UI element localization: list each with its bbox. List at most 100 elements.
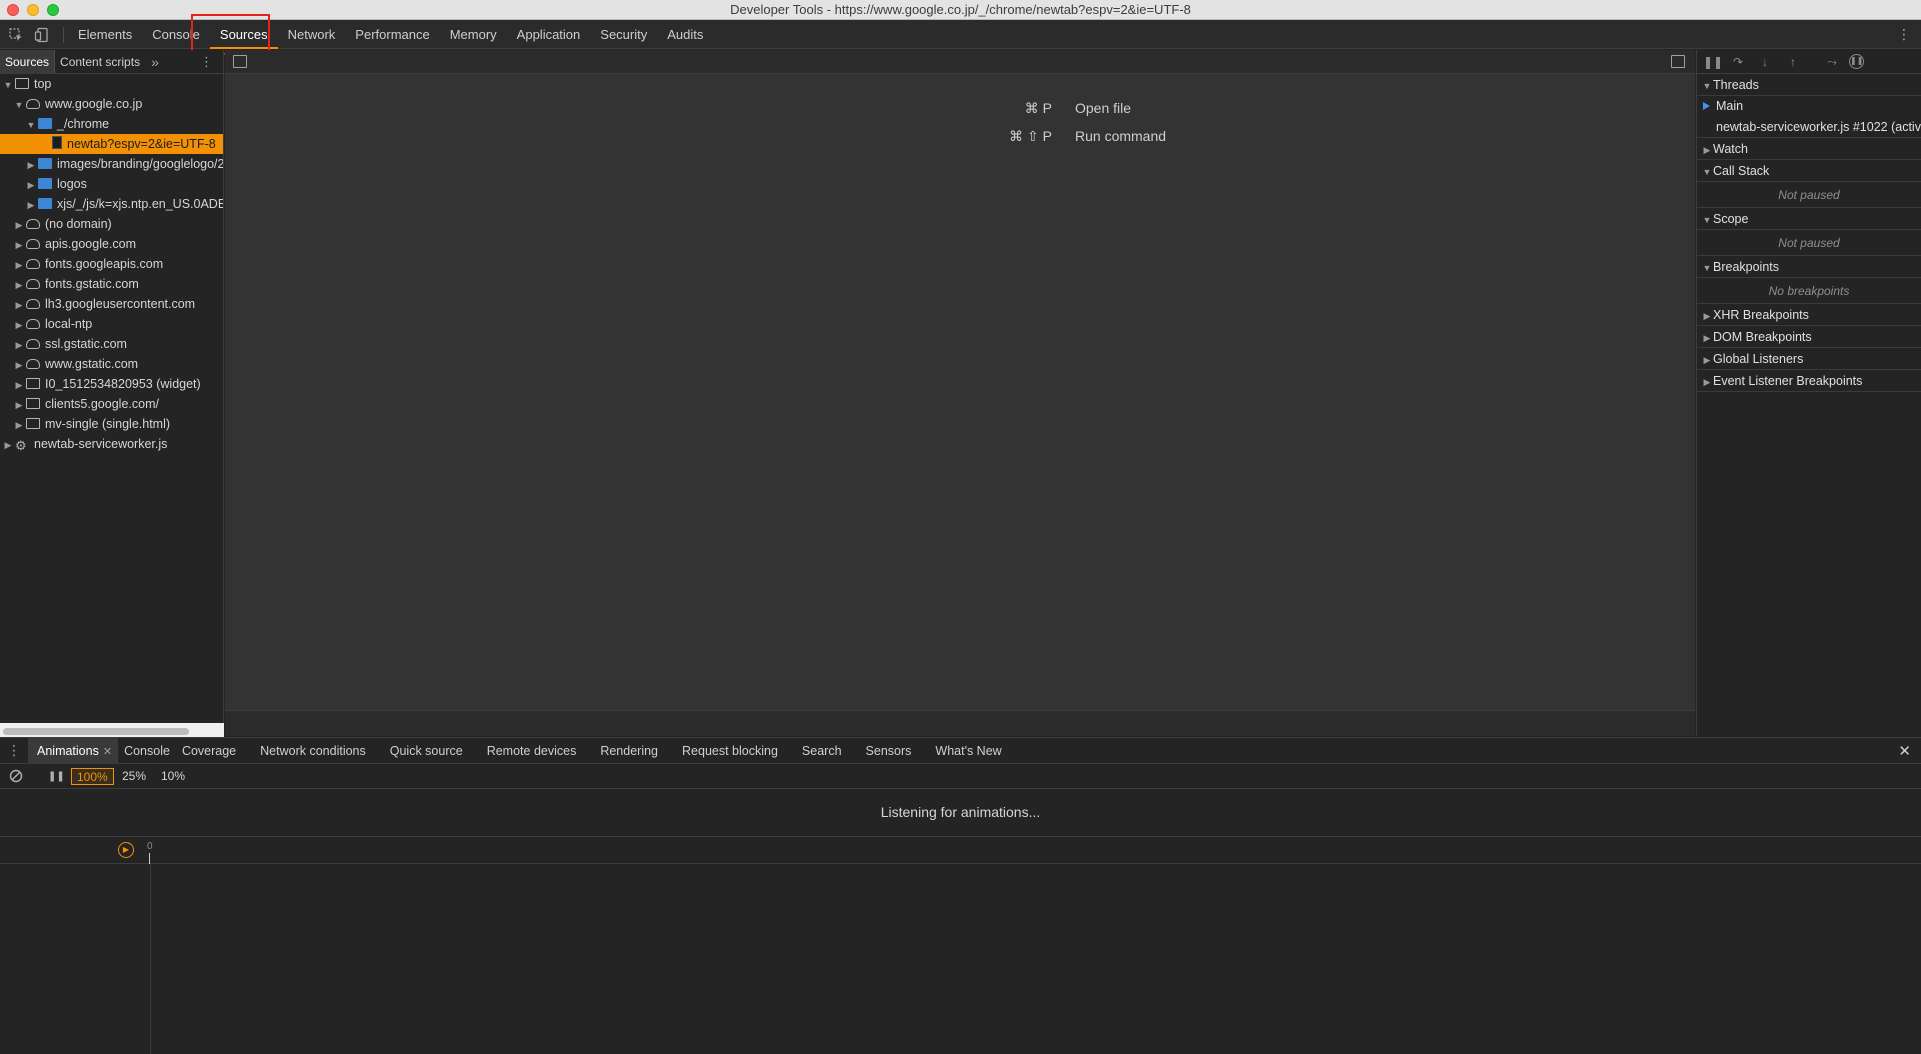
cloud-icon [26,319,40,329]
section-title: Threads [1713,78,1759,92]
tree-item-folder[interactable]: ▶ logos [0,174,223,194]
expanded-arrow-icon: ▼ [14,100,24,110]
tree-item-domain[interactable]: ▶ lh3.googleusercontent.com [0,294,223,314]
drawer-menu-icon[interactable]: ⋮ [0,742,28,759]
navigator-scrollbar[interactable] [3,728,189,735]
speed-25-button[interactable]: 25% [117,768,151,785]
frame-icon [26,378,40,389]
speed-100-button[interactable]: 100% [71,768,114,785]
timeline-scrubber[interactable] [149,853,150,864]
global-listeners-section-header[interactable]: ▶ Global Listeners [1697,348,1921,370]
tab-security[interactable]: Security [590,20,657,49]
pause-icon[interactable]: ❚❚ [1703,54,1723,70]
tree-item-service-worker[interactable]: ▶ ⚙ newtab-serviceworker.js [0,434,223,454]
customize-menu-icon[interactable]: ⋮ [1897,26,1911,43]
step-out-icon[interactable]: ↑ [1785,54,1801,70]
replay-timeline-icon[interactable]: ▶ [118,842,134,858]
drawer-tab-console[interactable]: Console [118,738,176,764]
tab-network[interactable]: Network [278,20,346,49]
inspect-element-icon[interactable] [8,27,24,43]
tab-sources[interactable]: Sources [209,20,278,49]
shortcut-open-file-label[interactable]: Open file [1075,100,1131,116]
watch-section-header[interactable]: ▶ Watch [1697,138,1921,160]
threads-section-header[interactable]: ▼ Threads [1697,74,1921,96]
tree-item-folder[interactable]: ▶ xjs/_/js/k=xjs.ntp.en_US.0ADEY7 [0,194,223,214]
scope-empty: Not paused [1697,230,1921,256]
tree-item-label: top [34,77,52,91]
drawer-tab-rendering[interactable]: Rendering [588,738,670,764]
event-listener-breakpoints-section-header[interactable]: ▶ Event Listener Breakpoints [1697,370,1921,392]
tab-application[interactable]: Application [507,20,591,49]
tree-item-label: _/chrome [57,117,110,131]
navigator-tabs: Sources Content scripts » ⋮ [0,49,223,74]
tree-item-label: www.gstatic.com [45,357,139,371]
drawer-tab-whats-new[interactable]: What's New [923,738,1013,764]
tab-elements[interactable]: Elements [68,20,142,49]
breakpoints-section-header[interactable]: ▼ Breakpoints [1697,256,1921,278]
tree-item-domain[interactable]: ▶ local-ntp [0,314,223,334]
drawer-tab-remote-devices[interactable]: Remote devices [475,738,589,764]
tree-item-domain[interactable]: ▶ ssl.gstatic.com [0,334,223,354]
xhr-breakpoints-section-header[interactable]: ▶ XHR Breakpoints [1697,304,1921,326]
clear-animations-icon[interactable] [9,769,23,785]
tree-item-label: newtab-serviceworker.js [34,437,168,451]
timeline-body [0,865,1921,1054]
drawer-tab-search[interactable]: Search [790,738,854,764]
pause-on-exceptions-icon[interactable]: ❚❚ [1849,54,1864,69]
tree-item-folder[interactable]: ▶ images/branding/googlelogo/2x [0,154,223,174]
deactivate-breakpoints-icon[interactable]: ⤳ [1824,54,1840,70]
collapsed-arrow-icon: ▶ [1703,311,1711,321]
toggle-navigator-icon[interactable] [233,55,247,68]
navigator-menu-icon[interactable]: ⋮ [200,54,213,70]
step-into-icon[interactable]: ↓ [1757,54,1773,70]
drawer-tab-coverage[interactable]: Coverage [176,738,248,764]
navigator-tab-sources[interactable]: Sources [0,49,56,74]
tree-item-domain[interactable]: ▶ apis.google.com [0,234,223,254]
editor-toolbar [225,50,1695,74]
tree-item-frame[interactable]: ▶ clients5.google.com/ [0,394,223,414]
tree-item-domain[interactable]: ▶ (no domain) [0,214,223,234]
shortcut-run-command-label[interactable]: Run command [1075,128,1166,144]
step-over-icon[interactable]: ↷ [1730,54,1746,70]
thread-service-worker[interactable]: newtab-serviceworker.js #1022 (active) [1697,117,1921,138]
close-drawer-icon[interactable]: ✕ [1898,742,1911,760]
dom-breakpoints-section-header[interactable]: ▶ DOM Breakpoints [1697,326,1921,348]
tree-item-frame[interactable]: ▶ I0_1512534820953 (widget) [0,374,223,394]
tree-item-domain[interactable]: ▶ fonts.gstatic.com [0,274,223,294]
tree-item-file-selected[interactable]: newtab?espv=2&ie=UTF-8 [0,134,223,154]
tree-item-domain[interactable]: ▼ www.google.co.jp [0,94,223,114]
speed-10-button[interactable]: 10% [156,768,190,785]
tab-audits[interactable]: Audits [657,20,713,49]
scope-section-header[interactable]: ▼ Scope [1697,208,1921,230]
debugger-sidebar: ❚❚ ↷ ↓ ↑ ⤳ ❚❚ ▼ Threads Main newtab-servi… [1696,50,1921,736]
tree-item-label: logos [57,177,87,191]
gear-icon: ⚙ [15,438,27,453]
tree-item-domain[interactable]: ▶ www.gstatic.com [0,354,223,374]
call-stack-section-header[interactable]: ▼ Call Stack [1697,160,1921,182]
tree-item-top[interactable]: ▼ top [0,74,223,94]
tree-item-domain[interactable]: ▶ fonts.googleapis.com [0,254,223,274]
drawer-tab-sensors[interactable]: Sensors [854,738,924,764]
frame-icon [15,78,29,89]
tree-item-frame[interactable]: ▶ mv-single (single.html) [0,414,223,434]
drawer-tab-request-blocking[interactable]: Request blocking [670,738,790,764]
drawer-tab-quick-source[interactable]: Quick source [378,738,475,764]
drawer-tab-animations[interactable]: Animations ✕ [28,737,119,764]
drawer-tab-network-conditions[interactable]: Network conditions [248,738,378,764]
thread-main[interactable]: Main [1697,96,1921,117]
tab-performance[interactable]: Performance [345,20,439,49]
collapsed-arrow-icon: ▶ [15,300,23,310]
toggle-debugger-icon[interactable] [1671,55,1685,68]
pause-all-icon[interactable]: ❚❚ [48,769,65,785]
device-toolbar-icon[interactable] [34,27,50,43]
tree-item-folder[interactable]: ▼ _/chrome [0,114,223,134]
tab-console[interactable]: Console [142,20,210,49]
animations-toolbar: ❚❚ 100% 25% 10% [0,764,1921,789]
cloud-icon [26,299,40,309]
navigator-tab-content-scripts[interactable]: Content scripts [55,50,145,74]
tab-memory[interactable]: Memory [440,20,507,49]
close-tab-icon[interactable]: ✕ [103,746,112,758]
file-icon [52,136,62,149]
main-toolbar: Elements Console Sources Network Perform… [0,20,1921,49]
navigator-more-tabs-icon[interactable]: » [145,54,165,70]
